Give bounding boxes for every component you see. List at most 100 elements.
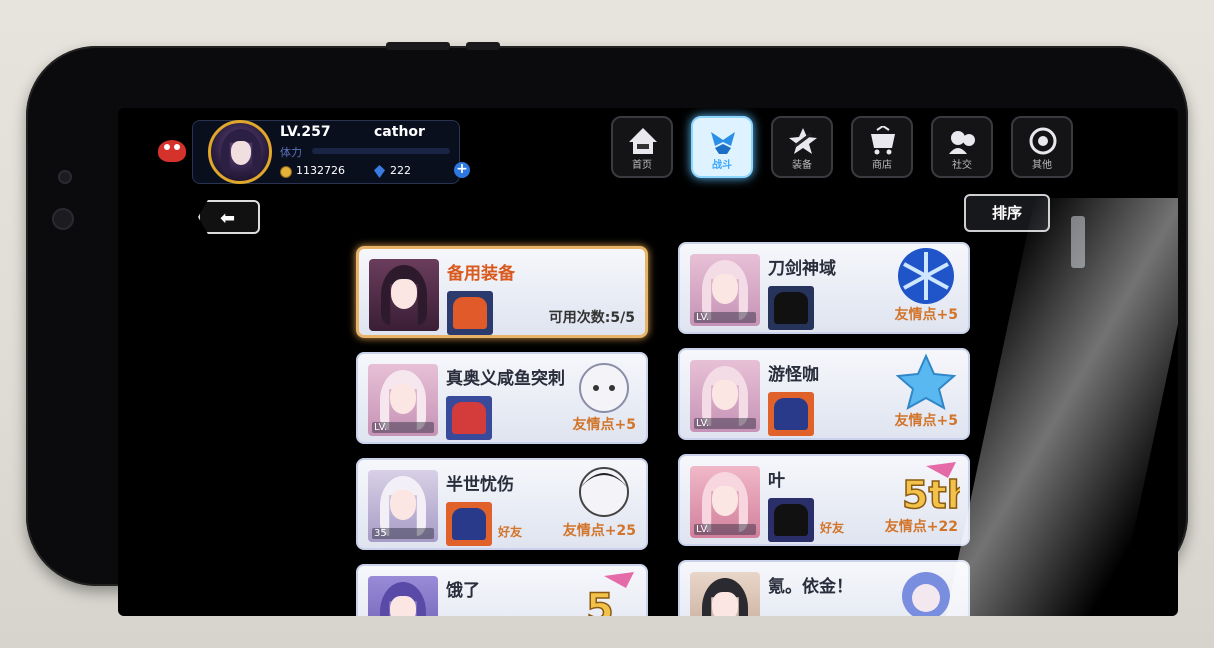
card-level-tag: LV. [694, 524, 756, 535]
support-card[interactable]: LV. 刀剑神域 友情点+5 [678, 242, 970, 334]
card-level-tag: LV. [694, 312, 756, 323]
player-name: cathor [374, 124, 425, 140]
nav-home-label: 首页 [632, 160, 652, 171]
card-portrait: LV. [368, 364, 438, 436]
nav-home[interactable]: 首页 [611, 116, 673, 178]
equipment-thumbnail-figure [774, 292, 808, 324]
card-usage: 可用次数:5/5 [548, 310, 635, 326]
badge-text: 5th [902, 473, 960, 517]
add-crystals-button[interactable]: + [454, 162, 470, 178]
nav-equipment-label: 装备 [792, 160, 812, 171]
support-card[interactable]: LV. 叶 5th 好友 友情点+22 [678, 454, 970, 546]
player-level: LV.257 [280, 124, 331, 140]
friendship-points: 友情点+22 [884, 519, 958, 535]
portrait-face [390, 384, 416, 414]
stamina-label: 体力 [280, 146, 302, 159]
friendship-points: 友情点+25 [562, 523, 636, 539]
coin-count: 1132726 [296, 164, 345, 177]
battle-icon [711, 132, 735, 154]
home-icon [629, 128, 657, 154]
card-portrait [690, 572, 760, 616]
support-card[interactable]: LV. 真奥义咸鱼突刺 友情点+5 [356, 352, 648, 444]
sort-button[interactable]: 排序 [964, 194, 1050, 232]
card-name: 刀剑神域 [768, 259, 836, 279]
nav-social[interactable]: 社交 [931, 116, 993, 178]
equipment-thumbnail-figure [452, 402, 486, 434]
card-level-tag: 35 [372, 528, 434, 539]
card-level-tag: LV. [372, 422, 434, 433]
equipment-thumbnail-figure [452, 508, 486, 540]
nav-equipment[interactable]: 装备 [771, 116, 833, 178]
card-name: 氪。依金！ [768, 577, 853, 597]
friend-tag: 好友 [820, 521, 845, 535]
fifth-anniversary-badge-icon: 5 [585, 572, 634, 616]
main-nav: 首页 战斗 装备 商店 社交 其他 [611, 116, 1073, 178]
screen-glare [941, 198, 1178, 616]
card-portrait: 35 [368, 470, 438, 542]
card-level-tag: LV. [694, 418, 756, 429]
card-name: 饿了 [446, 581, 480, 601]
chibi-blue-badge-icon [902, 572, 950, 616]
portrait-face [712, 486, 738, 516]
support-card[interactable]: LV. 游怪咖 友情点+5 [678, 348, 970, 440]
equipment-thumbnail [446, 502, 492, 546]
friend-tag: 好友 [498, 525, 523, 539]
equipment-thumbnail [768, 498, 814, 542]
portrait-face [712, 380, 738, 410]
equipment-thumbnail [768, 286, 814, 330]
equipment-thumbnail-figure [453, 297, 487, 329]
player-avatar[interactable] [208, 120, 272, 184]
avatar-face [231, 141, 251, 165]
nav-shop[interactable]: 商店 [851, 116, 913, 178]
shop-icon [871, 126, 895, 155]
support-card[interactable]: 氪。依金！ [678, 560, 970, 616]
nav-shop-label: 商店 [872, 160, 892, 171]
nav-other-label: 其他 [1032, 160, 1052, 171]
back-arrow-icon: ⬅ [220, 208, 236, 229]
friendship-points: 友情点+5 [894, 413, 958, 429]
card-portrait: LV. [690, 360, 760, 432]
stamina-bar [312, 148, 450, 154]
portrait-face [712, 274, 738, 304]
social-icon [949, 131, 975, 154]
chibi-badge-icon [579, 363, 629, 413]
pet-mascot-icon[interactable] [158, 136, 192, 166]
coin-icon [280, 166, 292, 178]
card-name: 半世忧伤 [446, 475, 514, 495]
support-card[interactable]: 35 半世忧伤 好友 友情点+25 [356, 458, 648, 550]
nav-battle[interactable]: 战斗 [691, 116, 753, 178]
support-card[interactable]: 备用装备 可用次数:5/5 [356, 246, 648, 338]
card-name: 真奥义咸鱼突刺 [446, 369, 565, 389]
nav-other[interactable]: 其他 [1011, 116, 1073, 178]
card-name: 叶 [768, 471, 785, 491]
equipment-thumbnail [768, 392, 814, 436]
support-card[interactable]: 饿了 5 [356, 564, 648, 616]
equipment-thumbnail-figure [774, 504, 808, 536]
equipment-thumbnail-figure [774, 398, 808, 430]
card-portrait [368, 576, 438, 616]
badge-text: 5 [586, 586, 614, 616]
crystal-count: 222 [390, 164, 411, 177]
friendship-points: 友情点+5 [894, 307, 958, 323]
equipment-icon [789, 128, 817, 154]
card-portrait [369, 259, 439, 331]
chibi-dark-badge-icon [579, 467, 629, 517]
fifth-anniversary-badge-icon: 5th [901, 462, 960, 518]
snowflake-badge-icon [898, 248, 954, 304]
scrollbar[interactable] [1071, 216, 1085, 268]
portrait-face [712, 592, 738, 616]
portrait-face [390, 596, 416, 616]
portrait-face [390, 490, 416, 520]
card-portrait: LV. [690, 466, 760, 538]
card-portrait: LV. [690, 254, 760, 326]
sensor-icon [58, 170, 72, 184]
card-name: 备用装备 [447, 264, 515, 284]
game-screen: LV.257 cathor 体力 1132726 222 + 首页 战斗 装备 … [118, 108, 1178, 616]
card-name: 游怪咖 [768, 365, 819, 385]
equipment-thumbnail [447, 291, 493, 335]
front-camera-icon [52, 208, 74, 230]
phone-body: LV.257 cathor 体力 1132726 222 + 首页 战斗 装备 … [26, 42, 1188, 616]
nav-social-label: 社交 [952, 160, 972, 171]
nav-battle-label: 战斗 [712, 160, 732, 171]
power-button [466, 42, 500, 50]
